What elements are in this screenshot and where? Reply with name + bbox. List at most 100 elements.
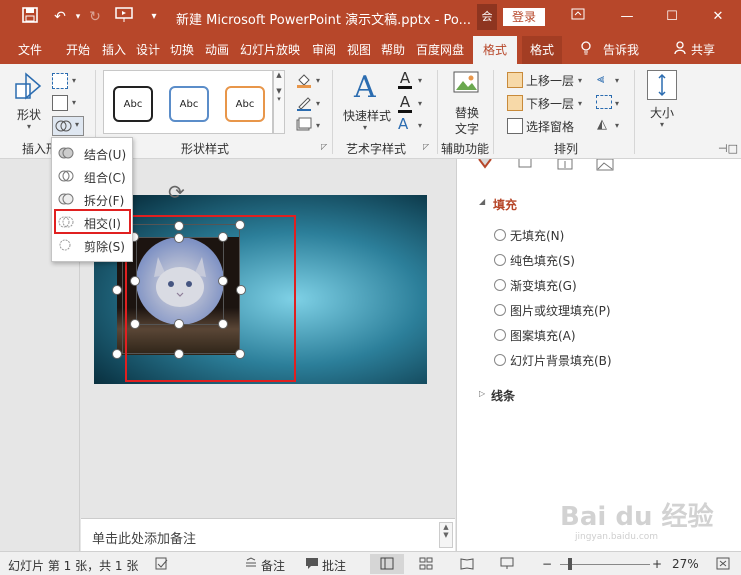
text-fill-icon[interactable]: A	[398, 70, 412, 89]
collapse-fill-icon[interactable]: ◢	[479, 197, 485, 206]
maximize-icon[interactable]: ☐	[662, 7, 682, 27]
group-objects-dropdown-icon[interactable]: ▾	[615, 99, 619, 108]
art-text-launcher-icon[interactable]: ◸	[423, 142, 429, 151]
shape-style-black[interactable]: Abc	[113, 86, 153, 122]
text-box-dropdown-icon[interactable]: ▾	[72, 98, 76, 107]
rotate-objects-icon[interactable]: ◭	[597, 117, 607, 132]
bring-forward-label[interactable]: 上移一层	[526, 72, 574, 89]
size-label[interactable]: 大小	[650, 104, 674, 121]
shape-effects-icon[interactable]	[296, 117, 312, 134]
align-icon[interactable]: ⫷	[597, 72, 604, 87]
tab-help[interactable]: 帮助	[381, 41, 405, 58]
resize-handle[interactable]	[112, 285, 122, 295]
tab-insert[interactable]: 插入	[102, 41, 126, 58]
tab-animations[interactable]: 动画	[205, 41, 229, 58]
tab-transitions[interactable]: 切换	[170, 41, 194, 58]
effects-tab-icon[interactable]	[515, 159, 535, 173]
align-dropdown-icon[interactable]: ▾	[615, 76, 619, 85]
rotate-objects-dropdown-icon[interactable]: ▾	[615, 121, 619, 130]
zoom-level[interactable]: 27%	[672, 557, 699, 571]
shape-icon[interactable]	[14, 72, 44, 105]
tell-me-search[interactable]: 告诉我	[603, 41, 639, 58]
account-chip[interactable]: 会	[477, 4, 497, 30]
comments-toggle[interactable]: 批注	[322, 557, 346, 574]
tab-view[interactable]: 视图	[347, 41, 371, 58]
zoom-out-button[interactable]: −	[542, 557, 552, 571]
quick-styles-label[interactable]: 快速样式	[343, 107, 391, 124]
tab-baidu-netdisk[interactable]: 百度网盘	[416, 41, 464, 58]
comments-icon[interactable]	[305, 557, 319, 570]
quick-styles-dropdown-icon[interactable]: ▾	[363, 123, 367, 132]
text-effects-dropdown-icon[interactable]: ▾	[418, 121, 422, 130]
tab-format-picture[interactable]: 格式	[522, 36, 563, 64]
radio-pattern-fill[interactable]	[494, 329, 506, 341]
selection-pane-label[interactable]: 选择窗格	[526, 118, 574, 135]
bring-forward-dropdown-icon[interactable]: ▾	[578, 76, 582, 85]
picture-tab-icon[interactable]	[595, 159, 615, 173]
ribbon-display-options-icon[interactable]	[568, 7, 588, 27]
text-box-icon[interactable]	[52, 95, 68, 111]
shape-style-orange[interactable]: Abc	[225, 86, 265, 122]
tab-design[interactable]: 设计	[136, 41, 160, 58]
minimize-icon[interactable]: —	[617, 7, 637, 27]
option-picture-fill[interactable]: 图片或纹理填充(P)	[510, 302, 611, 319]
shape-styles-launcher-icon[interactable]: ◸	[321, 142, 327, 151]
bring-forward-icon[interactable]	[507, 72, 523, 88]
slideshow-view-icon[interactable]	[500, 557, 514, 570]
option-solid-fill[interactable]: 纯色填充(S)	[510, 252, 575, 269]
notes-pane[interactable]: 单击此处添加备注	[81, 518, 455, 551]
size-icon[interactable]	[647, 70, 677, 100]
send-backward-icon[interactable]	[507, 95, 523, 111]
shape-outline-icon[interactable]	[296, 95, 312, 114]
notes-toggle[interactable]: 备注	[261, 557, 285, 574]
notes-scrollbar[interactable]: ▲ ▼	[439, 522, 453, 548]
zoom-in-button[interactable]: +	[652, 557, 662, 571]
reading-view-icon[interactable]	[460, 557, 474, 570]
size-dropdown-icon[interactable]: ▾	[660, 120, 664, 129]
send-backward-dropdown-icon[interactable]: ▾	[578, 99, 582, 108]
tab-slideshow[interactable]: 幻灯片放映	[240, 41, 300, 58]
shape-outline-dropdown-icon[interactable]: ▾	[316, 99, 320, 108]
quick-styles-icon[interactable]: A	[354, 70, 376, 105]
rotate-handle-icon[interactable]: ⟳	[168, 180, 185, 204]
fill-section-header[interactable]: 填充	[493, 196, 517, 213]
close-icon[interactable]: ✕	[708, 7, 728, 27]
size-properties-tab-icon[interactable]	[555, 159, 575, 173]
text-outline-icon[interactable]: A	[398, 94, 412, 113]
group-objects-icon[interactable]	[596, 95, 612, 109]
menu-item-union[interactable]: 结合(U)	[54, 142, 132, 164]
tab-file[interactable]: 文件	[18, 41, 42, 58]
radio-slide-bg-fill[interactable]	[494, 354, 506, 366]
menu-item-combine[interactable]: 组合(C)	[54, 165, 132, 187]
alt-text-label-2[interactable]: 文字	[455, 120, 479, 137]
selection-pane-icon[interactable]	[507, 118, 523, 134]
notes-icon[interactable]	[244, 557, 258, 570]
pin-ribbon-icon[interactable]: ⊣□	[718, 142, 738, 155]
radio-no-fill[interactable]	[494, 229, 506, 241]
fit-to-window-icon[interactable]	[716, 557, 730, 570]
menu-item-subtract[interactable]: 剪除(S)	[54, 234, 132, 256]
alt-text-label-1[interactable]: 替换	[455, 104, 479, 121]
expand-line-icon[interactable]: ▷	[479, 389, 485, 398]
tab-format-active[interactable]: 格式	[473, 36, 518, 64]
alt-text-icon[interactable]	[452, 70, 480, 101]
text-outline-dropdown-icon[interactable]: ▾	[418, 99, 422, 108]
slide-sorter-icon[interactable]	[419, 557, 433, 570]
zoom-slider[interactable]	[560, 564, 650, 565]
radio-gradient-fill[interactable]	[494, 279, 506, 291]
merge-shapes-button[interactable]: ▾	[52, 116, 84, 136]
save-icon[interactable]	[20, 7, 40, 27]
line-section-header[interactable]: 线条	[491, 387, 515, 404]
option-pattern-fill[interactable]: 图案填充(A)	[510, 327, 576, 344]
menu-item-fragment[interactable]: 拆分(F)	[54, 188, 132, 210]
share-icon[interactable]	[674, 41, 686, 58]
share-button[interactable]: 共享	[691, 41, 715, 58]
normal-view-button[interactable]	[370, 554, 404, 574]
shape-dropdown-icon[interactable]: ▾	[27, 122, 31, 131]
send-backward-label[interactable]: 下移一层	[526, 95, 574, 112]
zoom-slider-thumb[interactable]	[568, 558, 572, 570]
tell-me-icon[interactable]	[580, 41, 592, 58]
gallery-scroll[interactable]: ▲ ▼ ▾	[273, 70, 285, 134]
shape-fill-dropdown-icon[interactable]: ▾	[316, 76, 320, 85]
shape-style-blue[interactable]: Abc	[169, 86, 209, 122]
